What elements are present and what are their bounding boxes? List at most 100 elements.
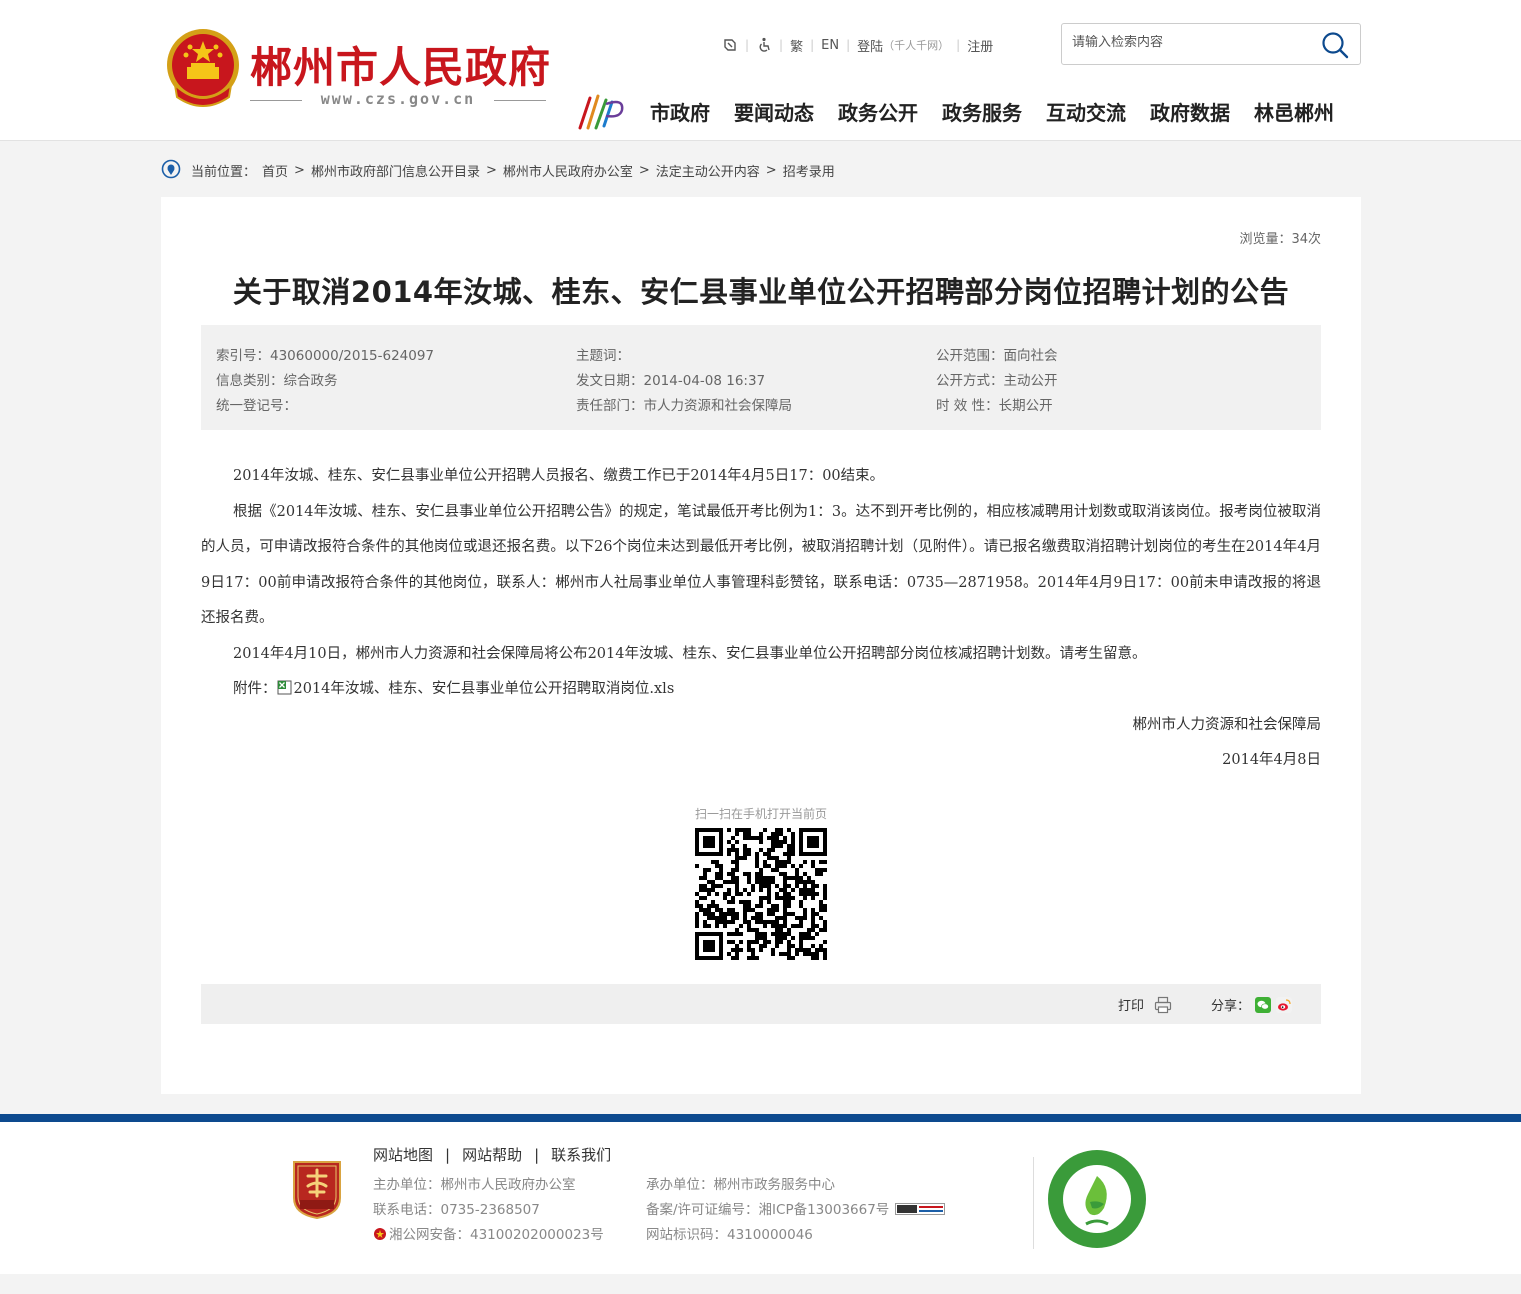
site-url-row: www.czs.gov.cn xyxy=(250,90,546,110)
breadcrumb-label: 当前位置： xyxy=(191,164,257,180)
main-nav: 市政府 要闻动态 政务公开 政务服务 互动交流 政府数据 林邑郴州 xyxy=(650,97,1334,126)
location-pin-icon xyxy=(161,159,181,179)
police-badge-icon xyxy=(374,1228,386,1240)
breadcrumb-directory[interactable]: 郴州市政府部门信息公开目录 xyxy=(311,161,480,180)
nav-item-news[interactable]: 要闻动态 xyxy=(734,97,814,126)
breadcrumb-separator: > xyxy=(485,162,497,178)
print-label: 打印 xyxy=(1118,999,1145,1014)
sign-date: 2014年4月8日 xyxy=(1222,752,1321,768)
footer-link-separator: | xyxy=(445,1146,451,1164)
wechat-icon[interactable] xyxy=(1255,996,1272,1013)
nav-item-gov-services[interactable]: 政务服务 xyxy=(942,97,1022,126)
breadcrumb-recruitment[interactable]: 招考录用 xyxy=(783,161,835,180)
toolbar-separator: | xyxy=(846,38,851,52)
english-link[interactable]: EN xyxy=(821,38,839,53)
meta-date: 发文日期：2014-04-08 16:37 xyxy=(576,373,766,389)
footer-link-sitemap[interactable]: 网站地图 xyxy=(373,1146,433,1164)
breadcrumb-statutory[interactable]: 法定主动公开内容 xyxy=(656,161,760,180)
printer-icon xyxy=(1154,996,1172,1013)
signature: 郴州市人力资源和社会保障局 xyxy=(1132,716,1322,733)
nav-item-interaction[interactable]: 互动交流 xyxy=(1046,97,1126,126)
nav-item-gov-data[interactable]: 政府数据 xyxy=(1150,97,1230,126)
login-note: （千人千网） xyxy=(883,39,950,52)
metadata-table: 索引号：43060000/2015-624097 主题词： 公开范围：面向社会 … xyxy=(201,325,1321,430)
footer-vertical-divider xyxy=(1033,1157,1034,1249)
weibo-icon[interactable] xyxy=(1276,996,1293,1013)
attachment-row: 附件： 2014年汝城、桂东、安仁县事业单位公开招聘取消岗位.xls xyxy=(201,672,1321,708)
footer-icp: 备案/许可证编号：湘ICP备13003667号 xyxy=(646,1202,890,1218)
top-toolbar: | | 繁 | EN | 登陆 （千人千网） | 注册 xyxy=(722,36,993,55)
site-url: www.czs.gov.cn xyxy=(320,90,476,108)
linyi-logo-icon xyxy=(578,94,624,130)
site-footer: 网站地图 | 网站帮助 | 联系我们 主办单位：郴州市人民政府办公室 联系电话：0735… xyxy=(0,1122,1521,1274)
meta-topic: 主题词： xyxy=(576,348,630,364)
meta-reg-no: 统一登记号： xyxy=(216,398,297,414)
footer-police-row[interactable]: 湘公网安备：43100202000023号 xyxy=(373,1223,604,1248)
party-government-agency-badge-icon[interactable] xyxy=(290,1158,344,1220)
national-emblem-icon[interactable] xyxy=(163,27,243,111)
search-icon[interactable] xyxy=(1320,30,1350,60)
print-button[interactable]: 打印 xyxy=(1118,995,1172,1014)
article-body: 2014年汝城、桂东、安仁县事业单位公开招聘人员报名、缴费工作已于2014年4月… xyxy=(201,459,1321,779)
body-paragraph: 根据《2014年汝城、桂东、安仁县事业单位公开招聘公告》的规定，笔试最低开考比例… xyxy=(201,503,1321,627)
body-paragraph: 2014年汝城、桂东、安仁县事业单位公开招聘人员报名、缴费工作已于2014年4月… xyxy=(233,468,885,484)
meta-method: 公开方式：主动公开 xyxy=(936,373,1058,389)
site-name[interactable]: 郴州市人民政府 xyxy=(250,34,551,95)
meta-validity: 时 效 性：长期公开 xyxy=(936,398,1053,414)
footer-link-separator: | xyxy=(534,1146,540,1164)
footer-site-id: 网站标识码：4310000046 xyxy=(646,1227,813,1243)
footer-divider-bar xyxy=(0,1114,1521,1122)
footer-undertaker: 承办单位：郴州市政务服务中心 xyxy=(646,1177,835,1193)
footer-icp-row[interactable]: 备案/许可证编号：湘ICP备13003667号 xyxy=(646,1198,946,1223)
nav-item-city-government[interactable]: 市政府 xyxy=(650,97,710,126)
footer-phone: 联系电话：0735-2368507 xyxy=(373,1202,540,1218)
site-header: 郴州市人民政府 www.czs.gov.cn | | 繁 | EN | 登陆 （… xyxy=(0,0,1521,141)
footer-link-contact[interactable]: 联系我们 xyxy=(551,1146,611,1164)
search-box xyxy=(1061,23,1361,65)
footer-link-help[interactable]: 网站帮助 xyxy=(462,1146,522,1164)
view-count: 浏览量：34次 xyxy=(1239,232,1321,247)
civilization-website-badge-icon[interactable] xyxy=(1046,1148,1148,1250)
footer-info-left: 主办单位：郴州市人民政府办公室 联系电话：0735-2368507 湘公网安备：… xyxy=(373,1173,604,1248)
breadcrumb-separator: > xyxy=(638,162,650,178)
breadcrumb: 当前位置： 首页 > 郴州市政府部门信息公开目录 > 郴州市人民政府办公室 > … xyxy=(161,158,835,182)
url-divider-right xyxy=(494,100,546,101)
action-bar: 打印 分享： xyxy=(201,984,1321,1024)
meta-dept: 责任部门：市人力资源和社会保障局 xyxy=(576,398,792,414)
body-paragraph: 2014年4月10日，郴州市人力资源和社会保障局将公布2014年汝城、桂东、安仁… xyxy=(233,645,1147,662)
toolbar-separator: | xyxy=(956,38,961,52)
toolbar-separator: | xyxy=(810,38,815,52)
wheelchair-accessibility-icon[interactable] xyxy=(756,37,772,53)
login-link[interactable]: 登陆 xyxy=(857,36,883,55)
accessibility-barrier-free-icon[interactable] xyxy=(722,37,738,53)
traditional-chinese-link[interactable]: 繁 xyxy=(790,36,803,55)
footer-host: 主办单位：郴州市人民政府办公室 xyxy=(373,1177,576,1193)
footer-bottom-strip xyxy=(0,1274,1521,1294)
search-input[interactable] xyxy=(1072,35,1312,50)
breadcrumb-office[interactable]: 郴州市人民政府办公室 xyxy=(503,161,633,180)
qr-code-image xyxy=(695,828,827,960)
footer-links: 网站地图 | 网站帮助 | 联系我们 xyxy=(373,1144,611,1165)
article-card: 浏览量：34次 关于取消2014年汝城、桂东、安仁县事业单位公开招聘部分岗位招聘… xyxy=(161,197,1361,1094)
share-label: 分享： xyxy=(1211,999,1251,1014)
toolbar-separator: | xyxy=(779,38,784,52)
register-link[interactable]: 注册 xyxy=(967,36,993,55)
toolbar-separator: | xyxy=(745,38,750,52)
cnzz-stats-icon[interactable] xyxy=(895,1203,946,1215)
nav-item-linyi-chenzhou[interactable]: 林邑郴州 xyxy=(1254,97,1334,126)
excel-file-icon xyxy=(277,680,291,695)
breadcrumb-home[interactable]: 首页 xyxy=(262,161,288,180)
meta-scope: 公开范围：面向社会 xyxy=(936,348,1058,364)
attachment-link[interactable]: 2014年汝城、桂东、安仁县事业单位公开招聘取消岗位.xls xyxy=(294,681,675,697)
breadcrumb-separator: > xyxy=(765,162,777,178)
footer-info-right: 承办单位：郴州市政务服务中心 备案/许可证编号：湘ICP备13003667号 网… xyxy=(646,1173,946,1248)
nav-item-gov-disclosure[interactable]: 政务公开 xyxy=(838,97,918,126)
article-title: 关于取消2014年汝城、桂东、安仁县事业单位公开招聘部分岗位招聘计划的公告 xyxy=(232,275,1290,309)
share-group: 分享： xyxy=(1211,995,1293,1014)
meta-index-no: 索引号：43060000/2015-624097 xyxy=(216,348,435,364)
attachment-label: 附件： xyxy=(233,681,277,697)
breadcrumb-separator: > xyxy=(294,162,305,178)
footer-police: 湘公网安备：43100202000023号 xyxy=(389,1227,604,1243)
qr-caption: 扫一扫在手机打开当前页 xyxy=(694,807,827,821)
meta-category: 信息类别：综合政务 xyxy=(216,373,338,389)
